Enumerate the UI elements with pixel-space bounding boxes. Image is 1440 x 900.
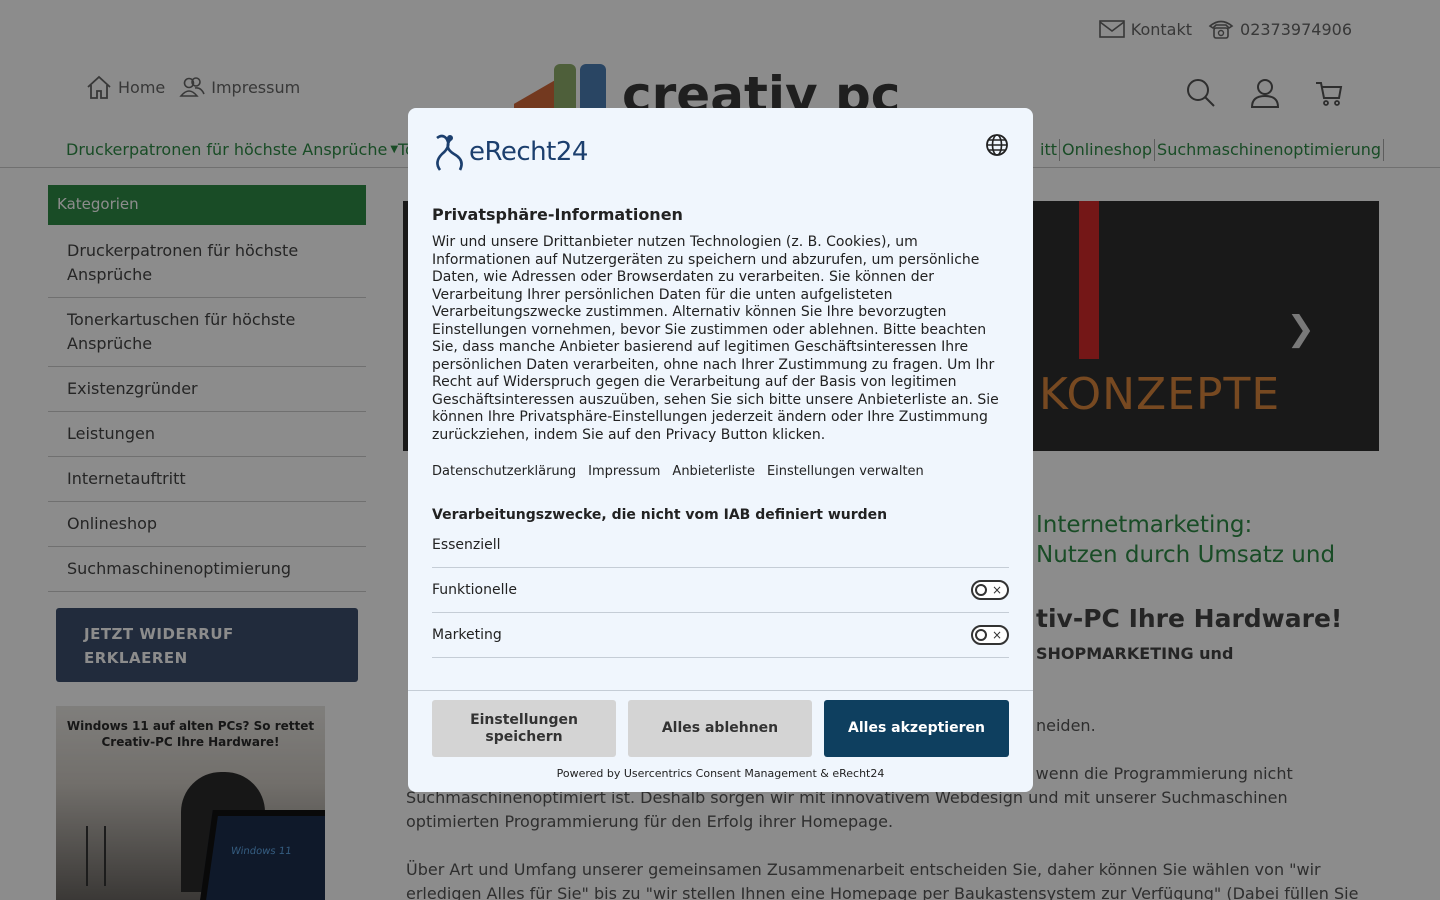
consent-links: Datenschutzerklärung Impressum Anbieterl…	[432, 464, 924, 479]
save-settings-label: Einstellungen speichern	[470, 711, 578, 745]
save-settings-button[interactable]: Einstellungen speichern	[432, 700, 616, 757]
toggle-knob	[975, 584, 987, 596]
purpose-row-marketing: Marketing ×	[432, 613, 1009, 658]
purposes-heading: Verarbeitungszwecke, die nicht vom IAB d…	[432, 507, 888, 523]
consent-description: Wir und unsere Drittanbieter nutzen Tech…	[432, 234, 999, 443]
erecht24-brand: eRecht24	[469, 137, 588, 167]
marketing-toggle[interactable]: ×	[971, 625, 1009, 645]
erecht24-logo: eRecht24	[432, 132, 588, 172]
purpose-label: Marketing	[432, 627, 502, 643]
purpose-row-funktionelle: Funktionelle ×	[432, 568, 1009, 613]
toggle-knob	[975, 629, 987, 641]
purposes-list: Essenziell Funktionelle × Marketing ×	[432, 523, 1009, 658]
toggle-off-icon: ×	[991, 628, 1002, 642]
reject-all-button[interactable]: Alles ablehnen	[628, 700, 812, 757]
globe-icon[interactable]	[985, 133, 1009, 157]
consent-footer: Einstellungen speichern Alles ablehnen A…	[408, 690, 1033, 792]
purpose-label: Essenziell	[432, 537, 501, 553]
link-einstellungen[interactable]: Einstellungen verwalten	[767, 464, 924, 479]
link-datenschutz[interactable]: Datenschutzerklärung	[432, 464, 576, 479]
funktionelle-toggle[interactable]: ×	[971, 580, 1009, 600]
purpose-label: Funktionelle	[432, 582, 517, 598]
accept-all-button[interactable]: Alles akzeptieren	[824, 700, 1009, 757]
link-anbieterliste[interactable]: Anbieterliste	[672, 464, 755, 479]
erecht24-logo-icon	[436, 134, 463, 171]
consent-dialog: eRecht24 Privatsphäre-Informationen Wir …	[408, 108, 1033, 792]
consent-buttons: Einstellungen speichern Alles ablehnen A…	[432, 700, 1009, 757]
link-impressum[interactable]: Impressum	[588, 464, 660, 479]
powered-by-text: Powered by Usercentrics Consent Manageme…	[556, 767, 885, 780]
purpose-row-essenziell: Essenziell	[432, 523, 1009, 568]
consent-title: Privatsphäre-Informationen	[432, 205, 683, 224]
toggle-off-icon: ×	[991, 583, 1002, 597]
